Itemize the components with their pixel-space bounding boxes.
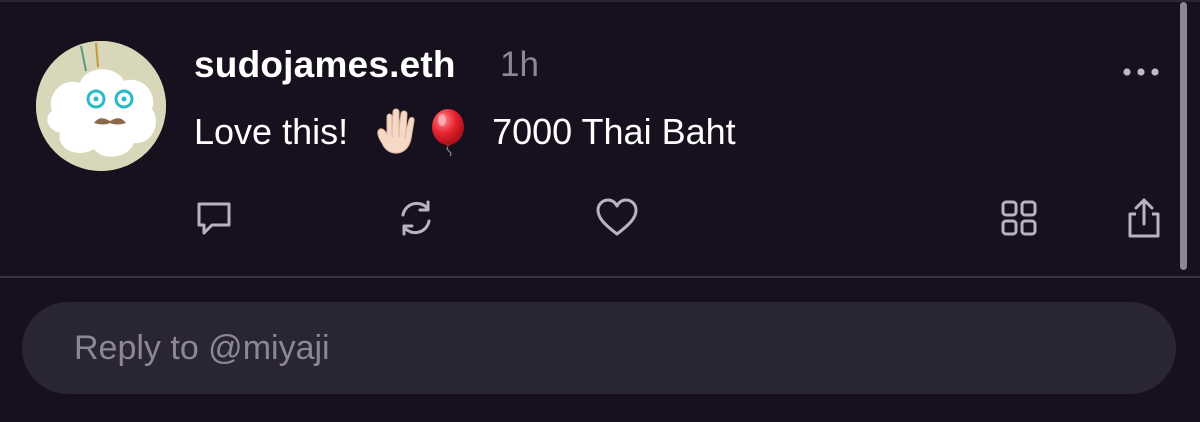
post-author[interactable]: sudojames.eth [194, 44, 456, 86]
reply-input[interactable]: Reply to @miyaji [22, 302, 1176, 394]
post-text-before: Love this! [194, 111, 349, 152]
heart-icon [596, 198, 638, 236]
comment-icon [197, 202, 231, 235]
reply-button[interactable] [188, 192, 240, 244]
repost-icon [401, 200, 431, 236]
avatar-image [36, 41, 166, 171]
post-card[interactable]: sudojames.eth 1h Love this! 7000 Thai Ba… [0, 2, 1200, 276]
post-body: Love this! 7000 Thai Baht [194, 107, 736, 157]
more-options-button[interactable] [1118, 58, 1164, 86]
scrollbar[interactable] [1180, 2, 1187, 270]
grid-icon [1001, 200, 1037, 236]
more-horizontal-icon [1123, 68, 1159, 76]
red-balloon-emoji-icon [432, 109, 465, 157]
feed-screen: sudojames.eth 1h Love this! 7000 Thai Ba… [0, 0, 1200, 422]
share-button[interactable] [1118, 192, 1170, 244]
raised-hand-emoji-icon [377, 108, 415, 154]
avatar[interactable] [36, 41, 166, 171]
recast-button[interactable] [390, 192, 442, 244]
post-divider [0, 276, 1200, 278]
post-timestamp: 1h [500, 45, 539, 84]
like-button[interactable] [591, 192, 643, 244]
post-text-after: 7000 Thai Baht [492, 111, 736, 152]
share-icon [1128, 198, 1160, 238]
apps-button[interactable] [993, 192, 1045, 244]
reply-placeholder: Reply to @miyaji [74, 329, 330, 367]
